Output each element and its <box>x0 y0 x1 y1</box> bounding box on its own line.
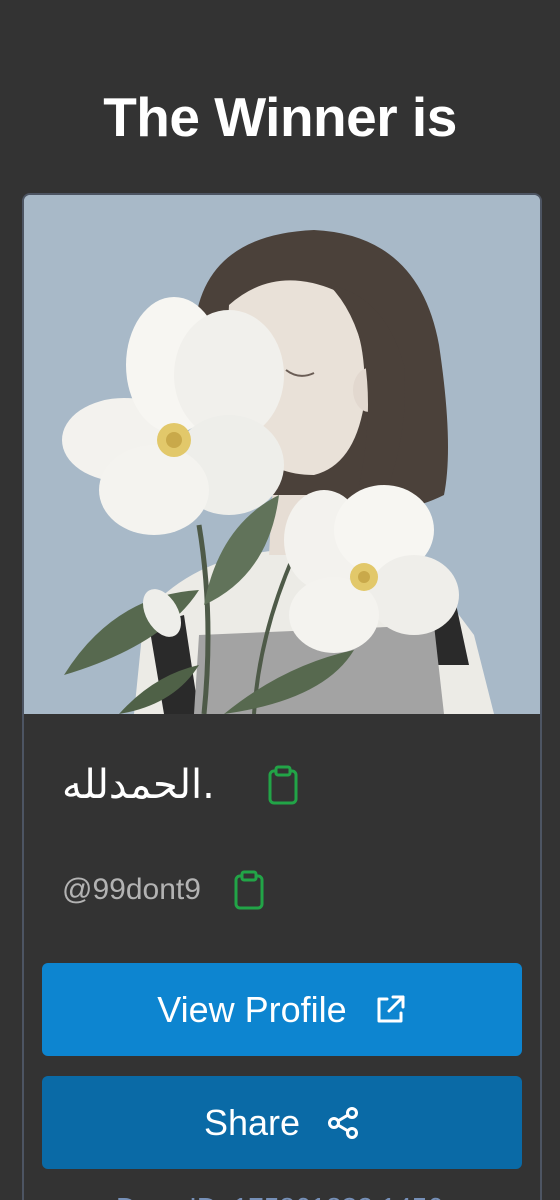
view-profile-button[interactable]: View Profile <box>42 963 522 1056</box>
winner-avatar <box>24 195 540 714</box>
user-handle: @99dont9 <box>62 873 201 906</box>
winner-page: The Winner is الحمدلله. @99dont9 View Pr… <box>0 0 560 1200</box>
view-profile-label: View Profile <box>157 988 347 1030</box>
handle-row: @99dont9 <box>62 865 265 915</box>
display-name: الحمدلله. <box>62 762 215 808</box>
share-label: Share <box>203 1101 301 1143</box>
avatar-illustration <box>24 195 540 714</box>
page-title: The Winner is <box>103 86 457 148</box>
share-button[interactable]: Share <box>42 1076 522 1169</box>
draw-id-text: Draw ID: 175861832 1456 <box>116 1188 443 1200</box>
share-icon <box>326 1106 360 1140</box>
display-name-row: الحمدلله. <box>62 755 299 815</box>
clipboard-icon[interactable] <box>267 765 299 805</box>
external-link-icon <box>373 993 407 1027</box>
winner-card: الحمدلله. @99dont9 View Profile Share <box>22 193 542 1200</box>
clipboard-icon[interactable] <box>233 870 265 910</box>
